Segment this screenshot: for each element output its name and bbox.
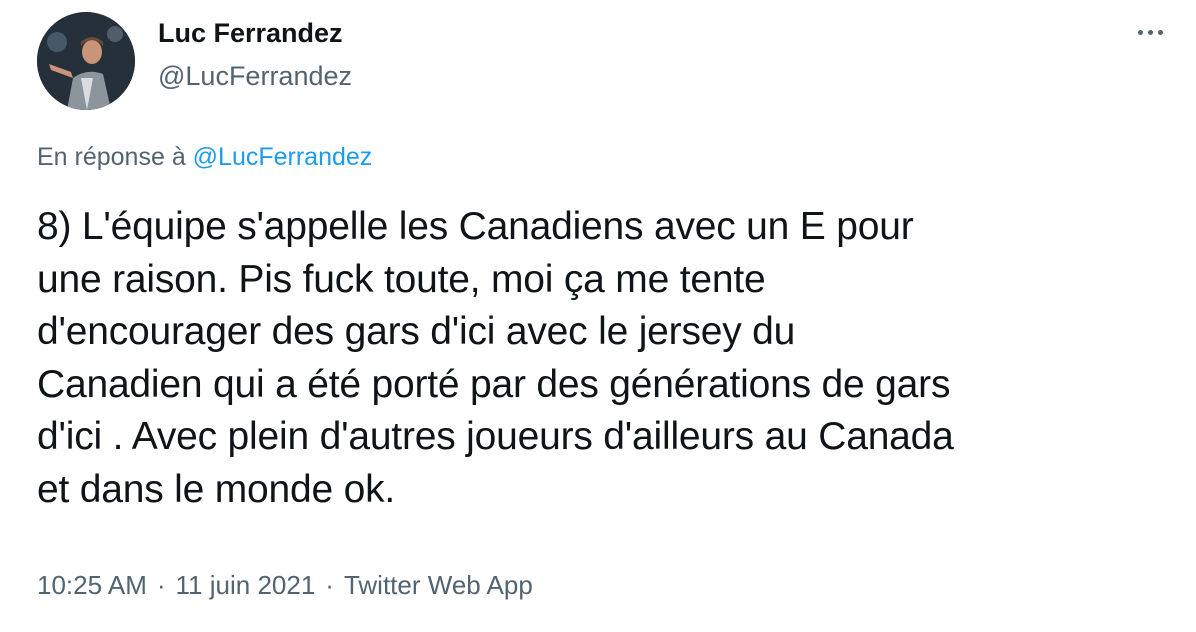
reply-prefix: En réponse à [37,143,186,171]
tweet-date[interactable]: 11 juin 2021 [176,570,316,600]
meta-separator: · [156,570,166,600]
tweet-text: 8) L'équipe s'appelle les Canadiens avec… [37,205,954,511]
tweet-card: Luc Ferrandez @LucFerrandez En réponse à… [0,0,1196,632]
more-options-icon[interactable] [1130,20,1170,44]
avatar[interactable] [37,12,135,110]
author-name[interactable]: Luc Ferrandez [158,15,343,51]
tweet-client-link[interactable]: Twitter Web App [344,570,533,600]
dot-icon [1137,29,1143,35]
dot-icon [1157,29,1163,35]
meta-separator: · [325,570,334,600]
avatar-photo-icon [37,12,135,110]
reply-context: En réponse à @LucFerrandez [37,140,372,174]
tweet-time[interactable]: 10:25 AM [37,570,147,600]
author-handle[interactable]: @LucFerrandez [158,58,352,94]
reply-mention-link[interactable]: @LucFerrandez [193,143,373,171]
tweet-meta: 10:25 AM · 11 juin 2021 · Twitter Web App [37,567,533,603]
dot-icon [1147,29,1153,35]
